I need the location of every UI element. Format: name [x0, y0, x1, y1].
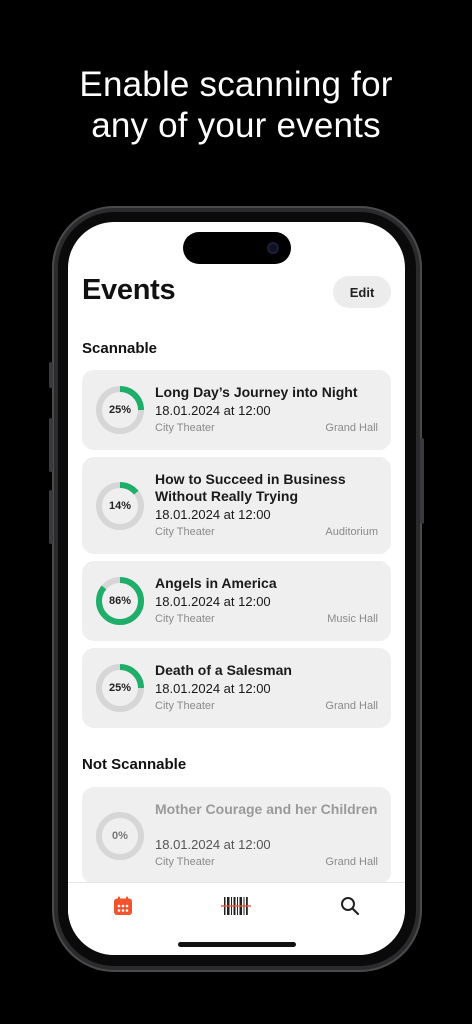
event-datetime: 18.01.2024 at 12:00 [155, 507, 271, 522]
event-title: Mother Courage and her Children [155, 801, 378, 817]
headline-line-1: Enable scanning for [79, 65, 393, 104]
event-venue: City Theater [155, 700, 215, 712]
scan-progress-label: 25% [108, 404, 132, 416]
scan-progress-ring: 0% [95, 811, 145, 861]
app-screen: Events Edit Scannable 25% Long Day’s Jour… [68, 222, 405, 955]
event-datetime: 18.01.2024 at 12:00 [155, 403, 271, 418]
event-venue: City Theater [155, 422, 215, 434]
event-title: Long Day’s Journey into Night [155, 384, 358, 400]
promo-headline: Enable scanning for any of your events [0, 64, 472, 146]
scan-progress-ring: 14% [95, 481, 145, 531]
event-title: How to Succeed in Business Without Reall… [155, 471, 346, 504]
dynamic-island [183, 232, 291, 264]
tab-scan[interactable] [216, 891, 256, 921]
scan-progress-ring: 25% [95, 663, 145, 713]
event-room: Grand Hall [325, 856, 378, 868]
event-venue: City Theater [155, 856, 215, 868]
scan-progress-label: 0% [112, 830, 128, 842]
section-title-not-scannable: Not Scannable [82, 756, 187, 773]
event-title: Angels in America [155, 575, 277, 591]
event-datetime: 18.01.2024 at 12:00 [155, 837, 271, 852]
scan-progress-ring: 86% [95, 576, 145, 626]
event-room: Grand Hall [325, 700, 378, 712]
calendar-icon [114, 896, 132, 915]
camera-icon [267, 242, 279, 254]
event-room: Music Hall [327, 613, 378, 625]
phone-mute-switch [49, 362, 53, 388]
tab-search[interactable] [330, 891, 370, 921]
scan-progress-label: 25% [108, 682, 132, 694]
tab-events[interactable] [103, 891, 143, 921]
event-datetime: 18.01.2024 at 12:00 [155, 681, 271, 696]
barcode-icon [221, 897, 251, 915]
event-room: Auditorium [325, 526, 378, 538]
event-card[interactable]: 14% How to Succeed in Business Without Re… [82, 457, 391, 554]
event-card[interactable]: 86% Angels in America 18.01.2024 at 12:00 C… [82, 561, 391, 641]
scan-progress-label: 14% [108, 500, 132, 512]
event-card[interactable]: 0% Mother Courage and her Children 18.01.2… [82, 787, 391, 884]
phone-power-button [420, 438, 424, 524]
page-title: Events [82, 274, 176, 306]
scan-progress-ring: 25% [95, 385, 145, 435]
event-venue: City Theater [155, 613, 215, 625]
headline-line-2: any of your events [91, 106, 381, 145]
phone-volume-down-button [49, 490, 53, 544]
event-venue: City Theater [155, 526, 215, 538]
home-indicator [178, 942, 296, 947]
event-title: Death of a Salesman [155, 662, 292, 678]
tab-bar [68, 882, 405, 955]
event-room: Grand Hall [325, 422, 378, 434]
search-icon [341, 897, 360, 916]
section-title-scannable: Scannable [82, 340, 158, 357]
phone-volume-up-button [49, 418, 53, 472]
event-datetime: 18.01.2024 at 12:00 [155, 594, 271, 609]
scan-progress-label: 86% [108, 595, 132, 607]
event-card[interactable]: 25% Death of a Salesman 18.01.2024 at 12:0… [82, 648, 391, 728]
event-card[interactable]: 25% Long Day’s Journey into Night 18.01.20… [82, 370, 391, 450]
edit-button[interactable]: Edit [333, 276, 391, 308]
